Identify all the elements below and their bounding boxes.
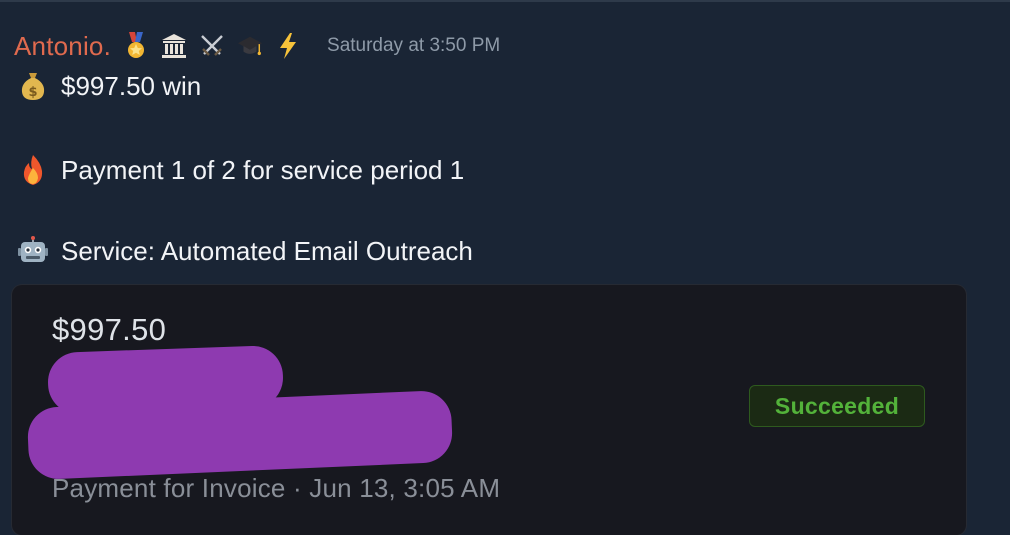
message-header: Antonio. Saturday at 3:50 PM bbox=[14, 28, 500, 64]
message-line-win: $ $997.50 win bbox=[17, 70, 201, 102]
status-badge: Succeeded bbox=[749, 385, 925, 427]
svg-text:$: $ bbox=[28, 85, 37, 100]
payment-amount: $997.50 bbox=[52, 312, 167, 347]
crossed-swords-icon bbox=[199, 31, 225, 61]
lightning-icon bbox=[275, 31, 301, 61]
message-timestamp[interactable]: Saturday at 3:50 PM bbox=[327, 35, 500, 57]
top-divider bbox=[0, 0, 1010, 2]
robot-icon bbox=[17, 235, 49, 267]
fire-icon bbox=[17, 154, 49, 186]
message-line-payment: Payment 1 of 2 for service period 1 bbox=[17, 154, 464, 186]
service-text: Service: Automated Email Outreach bbox=[61, 235, 473, 266]
payment-card[interactable]: $997.50 Succeeded Payment for Invoice · … bbox=[12, 285, 966, 535]
payment-text: Payment 1 of 2 for service period 1 bbox=[61, 154, 465, 185]
money-bag-icon: $ bbox=[17, 70, 49, 102]
message-line-service: Service: Automated Email Outreach bbox=[17, 235, 473, 267]
medal-icon bbox=[123, 31, 149, 61]
win-text: $997.50 win bbox=[61, 70, 202, 101]
graduation-cap-icon bbox=[237, 31, 263, 61]
classical-building-icon bbox=[161, 31, 187, 61]
payment-footer: Payment for Invoice · Jun 13, 3:05 AM bbox=[52, 473, 501, 503]
author-name[interactable]: Antonio. bbox=[14, 31, 111, 62]
